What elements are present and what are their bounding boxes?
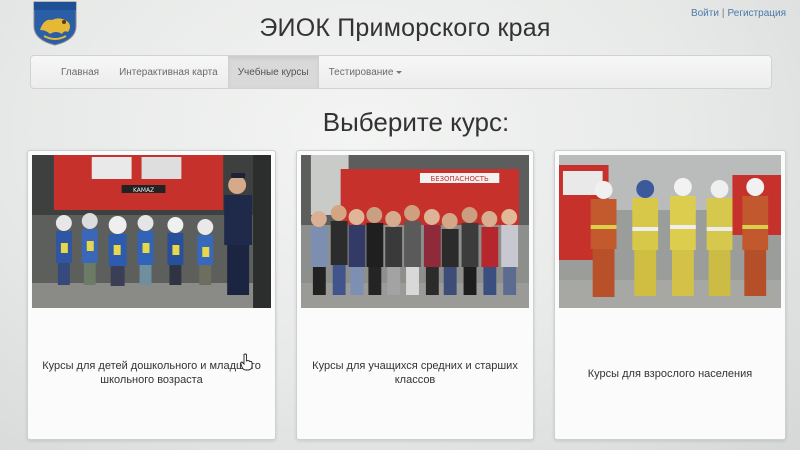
site-title: ЭИОК Приморского края [259,14,551,42]
auth-separator: | [721,8,725,19]
caret-down-icon [396,70,403,74]
screen: ЭИОК Приморского края Войти | Регистрация … [0,0,800,450]
nav-item-label: Тестирование [328,66,394,78]
course-title: Курсы для учащихся средних и старших кла… [312,360,518,386]
auth-links: Войти | Регистрация [691,8,786,19]
course-title: Курсы для детей дошкольного и младшего ш… [42,360,261,386]
course-card-students[interactable]: БЕЗОПАСНОСТЬ Курсы для учащихся средних … [296,150,534,440]
page-heading: Выберите курс: [322,107,510,137]
truck-sign-text: БЕЗОПАСНОСТЬ [430,175,488,183]
nav-item-label: Интерактивная карта [119,66,218,78]
course-title: Курсы для взрослого населения [587,368,753,380]
course-photo-adults [559,155,781,308]
login-link[interactable]: Войти [691,8,719,19]
truck-brand-text: KAMAZ [133,187,154,194]
course-card-adults[interactable]: Курсы для взрослого населения [554,150,786,440]
nav-item-home[interactable]: Главная [31,56,109,88]
course-card-kids[interactable]: KAMAZ Курсы для детей дошкольного и млад… [27,150,276,440]
register-link[interactable]: Регистрация [728,8,786,19]
nav-item-courses[interactable]: Учебные курсы [227,56,319,88]
nav-item-label: Учебные курсы [237,66,309,78]
nav-item-testing-dropdown[interactable]: Тестирование [319,56,413,88]
students-group [310,205,519,295]
course-photo-students: БЕЗОПАСНОСТЬ [301,155,529,308]
nav-item-label: Главная [61,66,100,78]
nav-item-interactive-map[interactable]: Интерактивная карта [109,56,228,88]
main-navbar: Главная Интерактивная карта Учебные курс… [30,55,772,89]
course-photo-kids: KAMAZ [32,155,271,308]
hand-cursor-icon [240,353,254,371]
